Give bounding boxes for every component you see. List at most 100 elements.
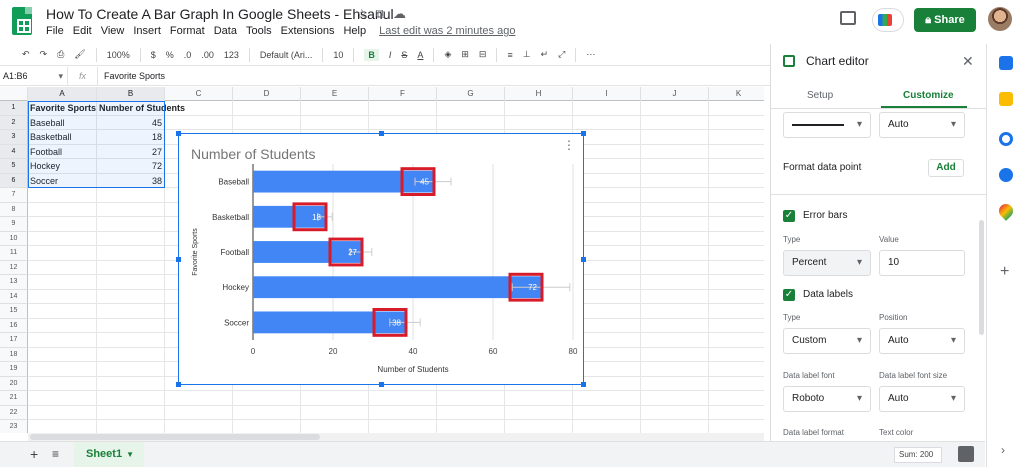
row-header[interactable]: 17 bbox=[0, 333, 28, 348]
corner-select-all[interactable] bbox=[0, 87, 28, 101]
cell[interactable] bbox=[709, 217, 764, 232]
text-rotation-icon[interactable]: ⤢ bbox=[558, 49, 565, 60]
cell[interactable] bbox=[28, 391, 97, 406]
increase-decimal-button[interactable]: .00 bbox=[201, 50, 214, 60]
paint-format-icon[interactable]: 🖌︎ bbox=[74, 49, 85, 60]
row-header[interactable]: 3 bbox=[0, 130, 28, 145]
cell[interactable] bbox=[301, 405, 369, 420]
cell[interactable] bbox=[709, 101, 764, 116]
fill-color-icon[interactable]: ◈ bbox=[444, 49, 451, 60]
text-color-button[interactable]: A bbox=[417, 50, 423, 60]
cell[interactable] bbox=[641, 101, 709, 116]
cell[interactable] bbox=[165, 101, 233, 116]
text-wrap-icon[interactable]: ↵ bbox=[541, 49, 549, 60]
cell[interactable] bbox=[97, 333, 165, 348]
cell[interactable] bbox=[28, 231, 97, 246]
tasks-icon[interactable] bbox=[999, 132, 1013, 146]
row-header[interactable]: 16 bbox=[0, 318, 28, 333]
tab-setup[interactable]: Setup bbox=[807, 90, 833, 101]
cell[interactable] bbox=[165, 405, 233, 420]
cell[interactable] bbox=[28, 202, 97, 217]
italic-button[interactable]: I bbox=[389, 50, 392, 60]
cell[interactable] bbox=[641, 304, 709, 319]
cell[interactable] bbox=[97, 405, 165, 420]
cell[interactable] bbox=[301, 101, 369, 116]
cell[interactable] bbox=[97, 304, 165, 319]
cell[interactable] bbox=[641, 260, 709, 275]
bar[interactable] bbox=[253, 241, 361, 263]
cell[interactable] bbox=[709, 377, 764, 391]
cell[interactable] bbox=[28, 260, 97, 275]
cell[interactable] bbox=[437, 101, 505, 116]
editor-scrollbar[interactable] bbox=[979, 220, 984, 335]
print-icon[interactable]: ⎙ bbox=[57, 49, 64, 60]
cell[interactable] bbox=[573, 405, 641, 420]
cell[interactable] bbox=[641, 188, 709, 203]
cell[interactable] bbox=[369, 101, 437, 116]
cell[interactable]: 18 bbox=[97, 130, 165, 145]
sum-select[interactable]: Sum: 200 bbox=[894, 447, 942, 463]
cell[interactable] bbox=[709, 188, 764, 203]
row-header[interactable]: 19 bbox=[0, 362, 28, 377]
cell[interactable] bbox=[301, 115, 369, 130]
cell[interactable] bbox=[97, 217, 165, 232]
align-horizontal-icon[interactable]: ≡ bbox=[507, 50, 512, 60]
cell[interactable] bbox=[97, 202, 165, 217]
explore-icon[interactable] bbox=[958, 446, 974, 462]
cell[interactable] bbox=[28, 333, 97, 348]
cell[interactable] bbox=[28, 420, 97, 433]
cell[interactable] bbox=[709, 391, 764, 406]
cell[interactable] bbox=[28, 275, 97, 290]
cell[interactable] bbox=[28, 347, 97, 362]
percent-button[interactable]: % bbox=[166, 50, 174, 60]
cell[interactable] bbox=[641, 362, 709, 377]
cell[interactable]: Hockey bbox=[28, 159, 97, 174]
cell[interactable] bbox=[97, 362, 165, 377]
cell[interactable]: Number of Students bbox=[97, 101, 185, 116]
cell[interactable] bbox=[641, 217, 709, 232]
resize-handle[interactable] bbox=[379, 382, 384, 387]
data-label-font-size-select[interactable]: Auto bbox=[879, 386, 965, 412]
cell[interactable] bbox=[28, 246, 97, 261]
cell[interactable] bbox=[709, 275, 764, 290]
column-header[interactable]: C bbox=[165, 87, 233, 101]
cell[interactable] bbox=[641, 202, 709, 217]
resize-handle[interactable] bbox=[581, 131, 586, 136]
bar[interactable] bbox=[253, 311, 405, 334]
add-data-point-button[interactable]: Add bbox=[928, 159, 964, 177]
line-dash-select[interactable] bbox=[783, 112, 871, 138]
avatar[interactable] bbox=[988, 7, 1012, 31]
align-vertical-icon[interactable]: ⊥ bbox=[523, 49, 531, 60]
cell[interactable] bbox=[641, 144, 709, 159]
cell[interactable] bbox=[573, 391, 641, 406]
cell[interactable]: Soccer bbox=[28, 173, 97, 188]
comment-history-icon[interactable] bbox=[840, 11, 856, 25]
contacts-icon[interactable] bbox=[999, 168, 1013, 182]
error-type-select[interactable]: Percent bbox=[783, 250, 871, 276]
cell[interactable] bbox=[573, 420, 641, 433]
cell[interactable] bbox=[709, 232, 764, 246]
cell[interactable] bbox=[233, 420, 301, 433]
row-header[interactable]: 13 bbox=[0, 275, 28, 290]
cell[interactable] bbox=[369, 115, 437, 130]
cell[interactable] bbox=[369, 405, 437, 420]
column-header[interactable]: D bbox=[233, 87, 301, 101]
menu-edit[interactable]: Edit bbox=[73, 25, 92, 37]
row-header[interactable]: 12 bbox=[0, 260, 28, 275]
close-icon[interactable]: ✕ bbox=[962, 53, 974, 70]
cell[interactable] bbox=[233, 101, 301, 116]
cell[interactable]: Favorite Sports bbox=[28, 101, 97, 116]
cell[interactable] bbox=[641, 347, 709, 362]
column-header[interactable]: F bbox=[369, 87, 437, 101]
cell[interactable] bbox=[709, 246, 764, 261]
cell[interactable] bbox=[437, 115, 505, 130]
row-header[interactable]: 20 bbox=[0, 376, 28, 391]
cell[interactable] bbox=[709, 420, 764, 433]
cell[interactable]: Baseball bbox=[28, 115, 97, 130]
cell[interactable] bbox=[505, 115, 573, 130]
column-header[interactable]: H bbox=[505, 87, 573, 101]
column-header[interactable]: J bbox=[641, 87, 709, 101]
cell[interactable] bbox=[97, 246, 165, 261]
cell[interactable] bbox=[369, 420, 437, 433]
decrease-decimal-button[interactable]: .0 bbox=[184, 50, 192, 60]
